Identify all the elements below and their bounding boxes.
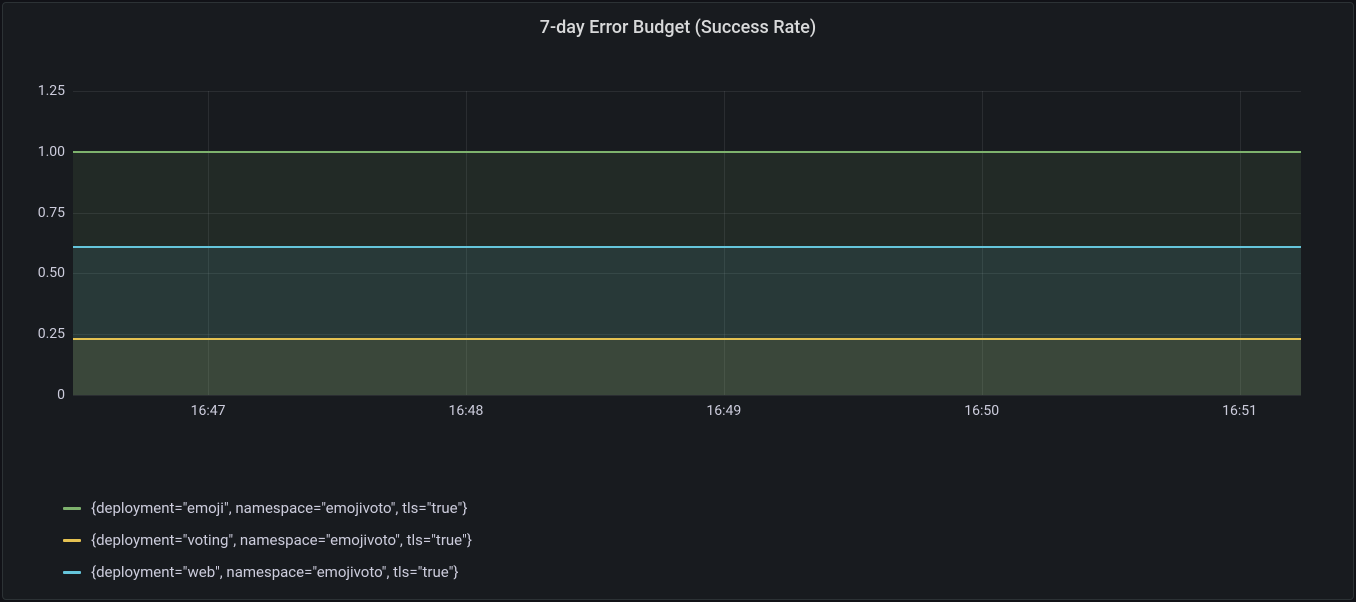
y-tick-label: 1.25 <box>10 83 65 99</box>
gridline-h <box>73 91 1301 92</box>
legend-swatch <box>63 539 81 542</box>
legend-label: {deployment="emoji", namespace="emojivot… <box>91 499 467 517</box>
x-tick-label: 16:48 <box>449 403 484 419</box>
chart-panel: 7-day Error Budget (Success Rate) 00.250… <box>2 2 1354 600</box>
plot-area[interactable]: 16:47 16:48 16:49 16:50 16:51 <box>73 55 1301 465</box>
legend: {deployment="emoji", namespace="emojivot… <box>63 499 472 581</box>
legend-item-web[interactable]: {deployment="web", namespace="emojivoto"… <box>63 563 472 581</box>
plot-wrap: 0 0.25 0.50 0.75 1.00 1.25 16:47 16:48 16:49 16:… <box>3 55 1353 465</box>
y-tick-label: 0.75 <box>10 205 65 221</box>
legend-item-emoji[interactable]: {deployment="emoji", namespace="emojivot… <box>63 499 472 517</box>
plot-inner: 16:4716:4816:4916:5016:51 <box>73 91 1301 395</box>
y-tick-label: 0.25 <box>10 326 65 342</box>
y-tick-label: 1.00 <box>10 144 65 160</box>
legend-label: {deployment="voting", namespace="emojivo… <box>91 531 472 549</box>
series-line <box>73 151 1301 153</box>
series-line <box>73 246 1301 248</box>
y-tick-label: 0 <box>10 387 65 403</box>
chart-title: 7-day Error Budget (Success Rate) <box>3 3 1353 41</box>
x-tick-label: 16:50 <box>964 403 999 419</box>
y-axis: 0 0.25 0.50 0.75 1.00 1.25 <box>3 55 73 465</box>
legend-label: {deployment="web", namespace="emojivoto"… <box>91 563 458 581</box>
legend-swatch <box>63 571 81 574</box>
series-line <box>73 338 1301 340</box>
gridline-h <box>73 395 1301 396</box>
x-tick-label: 16:49 <box>706 403 741 419</box>
legend-swatch <box>63 507 81 510</box>
x-tick-label: 16:47 <box>191 403 226 419</box>
x-tick-label: 16:51 <box>1222 403 1257 419</box>
series-fill <box>73 339 1301 395</box>
y-tick-label: 0.50 <box>10 265 65 281</box>
legend-item-voting[interactable]: {deployment="voting", namespace="emojivo… <box>63 531 472 549</box>
